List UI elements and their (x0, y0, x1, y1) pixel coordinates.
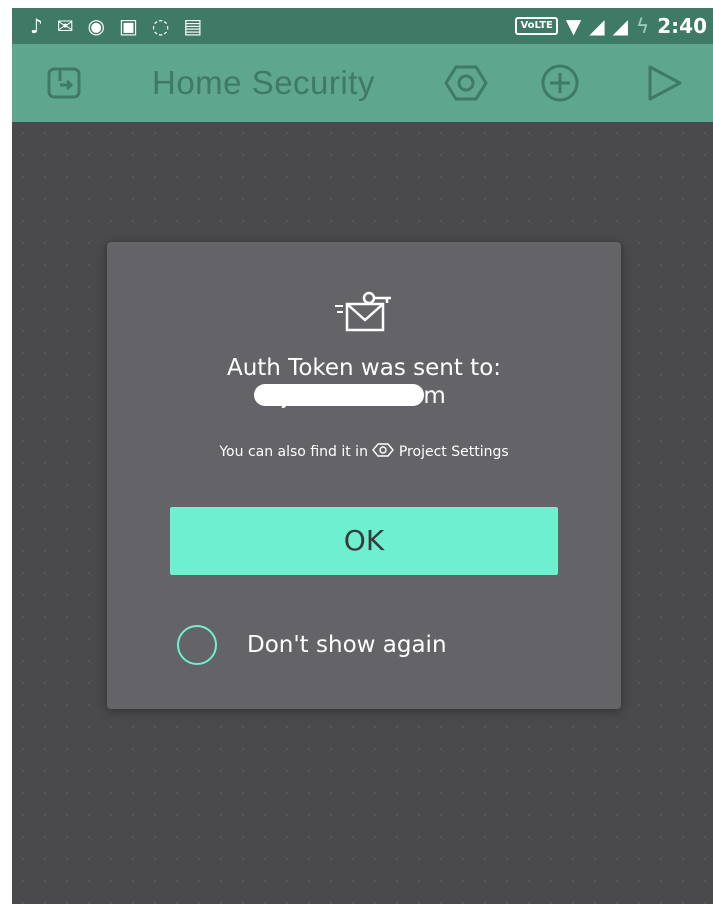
dont-show-again-label[interactable]: Don't show again (247, 629, 447, 661)
app-bar: Home Security (12, 44, 713, 122)
image-icon: ▣ (118, 14, 138, 38)
notification-icons: ♪ ✉ ◉ ▣ ◌ ▤ (30, 12, 202, 40)
phone-screen: ♪ ✉ ◉ ▣ ◌ ▤ VoLTE ▼ ◢ ◢ ϟ 2:40 Home Secu… (12, 8, 713, 904)
add-icon[interactable] (538, 61, 582, 105)
hint-text: You can also find it in (219, 444, 368, 460)
play-icon[interactable] (642, 61, 686, 105)
wifi-icon: ▼ (565, 14, 582, 38)
dont-show-again-radio[interactable] (177, 625, 217, 665)
status-time: 2:40 (657, 14, 707, 38)
page-title: Home Security (152, 64, 375, 101)
battery-charging-icon: ϟ (636, 14, 650, 38)
dialog-hint: You can also find it in Project Settings (107, 442, 621, 462)
mail-icon: ✉ (56, 14, 74, 38)
signal-icon: ◢ (589, 14, 605, 38)
settings-hex-icon[interactable] (444, 61, 488, 105)
back-icon[interactable] (42, 61, 86, 105)
dialog-title: Auth Token was sent to: (226, 355, 502, 381)
project-settings-link[interactable]: Project Settings (399, 444, 509, 460)
music-note-icon: ♪ (30, 14, 43, 38)
signal-icon: ◢ (612, 14, 629, 38)
email-redaction (254, 384, 424, 406)
chrome-icon: ◉ (87, 14, 105, 38)
auth-token-dialog: Auth Token was sent to: jatin mail.com Y… (107, 242, 621, 709)
mail-key-icon (335, 291, 391, 332)
system-icons: VoLTE ▼ ◢ ◢ ϟ 2:40 (515, 12, 707, 40)
status-bar: ♪ ✉ ◉ ▣ ◌ ▤ VoLTE ▼ ◢ ◢ ϟ 2:40 (12, 8, 713, 44)
ok-button[interactable]: OK (170, 507, 558, 575)
message-icon: ▤ (183, 14, 203, 38)
settings-hex-icon (372, 443, 395, 457)
volte-badge: VoLTE (515, 17, 558, 35)
whatsapp-icon: ◌ (151, 14, 170, 38)
